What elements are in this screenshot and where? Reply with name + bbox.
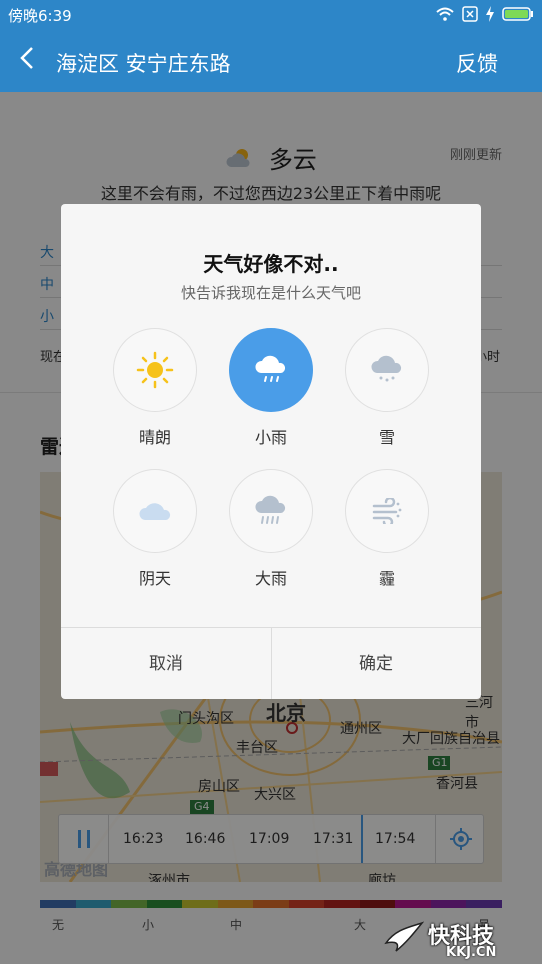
status-icons (436, 6, 534, 22)
option-heavy-rain[interactable] (229, 469, 313, 553)
dialog-actions: 取消 确定 (61, 627, 481, 699)
option-haze[interactable] (345, 469, 429, 553)
snow-icon (371, 355, 402, 382)
bird-logo-icon (384, 921, 424, 952)
option-label: 大雨 (254, 569, 287, 588)
option-label: 阴天 (138, 569, 171, 588)
app-header: 海淀区 安宁庄东路 反馈 (0, 30, 542, 92)
cancel-button[interactable]: 取消 (61, 628, 271, 699)
option-light-rain[interactable] (229, 328, 313, 412)
watermark-site: KKJ.CN (446, 945, 497, 960)
option-label: 雪 (378, 428, 395, 447)
charging-icon (486, 6, 494, 22)
watermark: 快科技 KKJ.CN (384, 918, 534, 960)
status-bar: 傍晚6:39 (0, 0, 542, 30)
chevron-left-icon[interactable] (20, 46, 34, 75)
heavy-rain-icon (255, 495, 286, 524)
dialog-subtitle: 快告诉我现在是什么天气吧 (180, 284, 361, 302)
option-label: 霾 (378, 569, 395, 588)
feedback-button[interactable]: 反馈 (456, 48, 498, 78)
option-overcast[interactable] (113, 469, 197, 553)
dialog-title: 天气好像不对.. (203, 252, 339, 276)
option-label: 晴朗 (138, 428, 171, 447)
no-sim-icon (462, 6, 478, 22)
weather-feedback-dialog: 天气好像不对.. 快告诉我现在是什么天气吧 晴朗 小雨 雪 阴天 大雨 霾 取消… (61, 204, 481, 699)
sun-icon (136, 351, 174, 389)
confirm-button[interactable]: 确定 (271, 628, 481, 699)
location-title: 海淀区 安宁庄东路 (56, 52, 231, 76)
status-time: 傍晚6:39 (8, 7, 72, 25)
cloud-icon (139, 503, 171, 520)
haze-icon (372, 498, 402, 524)
wifi-icon (436, 7, 454, 21)
option-sunny[interactable] (113, 328, 197, 412)
light-rain-icon (255, 355, 286, 382)
option-label: 小雨 (254, 428, 287, 447)
option-snow[interactable] (345, 328, 429, 412)
battery-icon (502, 7, 533, 21)
